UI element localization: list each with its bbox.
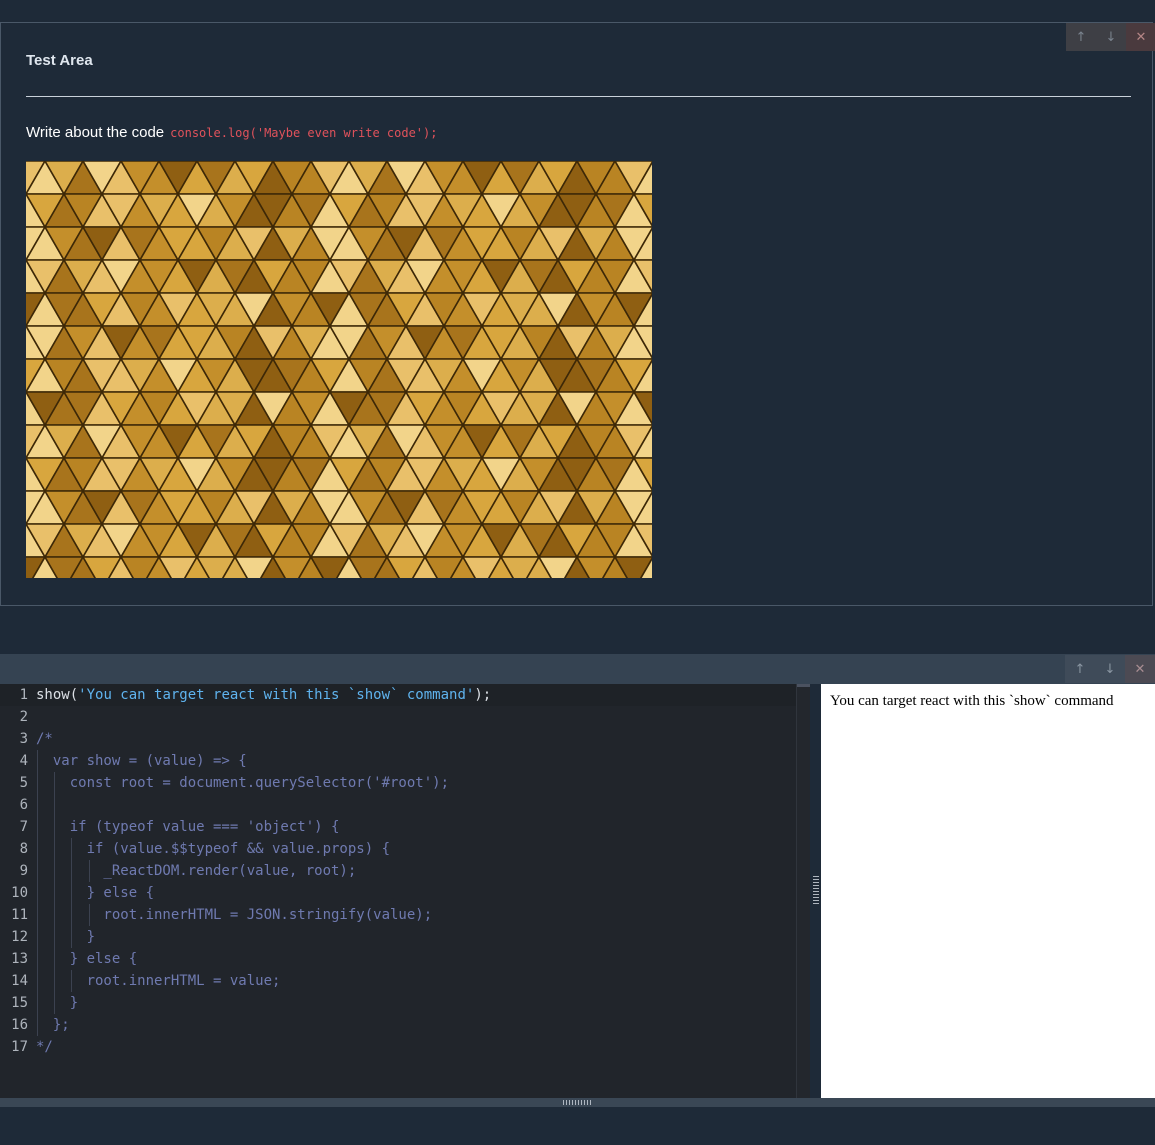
code-editor[interactable]: 1 show('You can target react with this `s… bbox=[0, 684, 810, 1098]
code-line[interactable]: 8 if (value.$$typeof && value.props) { bbox=[0, 838, 810, 860]
code-line[interactable]: 9 _ReactDOM.render(value, root); bbox=[0, 860, 810, 882]
code-line[interactable]: 13 } else { bbox=[0, 948, 810, 970]
line-number: 6 bbox=[19, 797, 28, 813]
test-area-card: Test Area ↑ ↓ ✕ Write about the code cons… bbox=[0, 22, 1155, 606]
line-number: 16 bbox=[11, 1017, 28, 1033]
code-line[interactable]: 10 } else { bbox=[0, 882, 810, 904]
code-text: root.innerHTML = value; bbox=[36, 973, 281, 989]
line-number: 9 bbox=[19, 863, 28, 879]
code-text: /* bbox=[36, 731, 53, 747]
move-up-button[interactable]: ↑ bbox=[1066, 23, 1096, 51]
code-text: }; bbox=[36, 1017, 70, 1033]
code-text: const root = document.querySelector('#ro… bbox=[36, 775, 450, 791]
card-controls: ↑ ↓ ✕ bbox=[1066, 23, 1155, 51]
grip-icon[interactable] bbox=[813, 876, 819, 906]
line-number: 1 bbox=[19, 687, 28, 703]
line-number: 7 bbox=[19, 819, 28, 835]
panel-controls: ↑ ↓ ✕ bbox=[1065, 655, 1155, 683]
card-text: Write about the code bbox=[26, 124, 165, 141]
code-text: if (value.$$typeof && value.props) { bbox=[36, 841, 391, 857]
arrow-up-icon: ↑ bbox=[1075, 29, 1087, 45]
arrow-down-icon: ↓ bbox=[1105, 29, 1117, 45]
line-number: 17 bbox=[11, 1039, 28, 1055]
code-line[interactable]: 7 if (typeof value === 'object') { bbox=[0, 816, 810, 838]
code-text: } bbox=[36, 929, 96, 945]
panel-move-down-button[interactable]: ↓ bbox=[1095, 655, 1125, 683]
code-text: } bbox=[36, 995, 79, 1011]
line-number: 8 bbox=[19, 841, 28, 857]
arrow-down-icon: ↓ bbox=[1104, 661, 1116, 677]
code-text: */ bbox=[36, 1039, 53, 1055]
preview-pane: You can target react with this `show` co… bbox=[821, 684, 1155, 1098]
editor-panel-header bbox=[0, 654, 1155, 684]
card-title: Test Area bbox=[26, 52, 93, 69]
code-line[interactable]: 2 bbox=[0, 706, 810, 728]
code-text: show('You can target react with this `sh… bbox=[36, 687, 492, 703]
editor-scrollbar[interactable] bbox=[796, 684, 811, 1098]
code-line[interactable]: 12 } bbox=[0, 926, 810, 948]
gold-triangle-image bbox=[26, 161, 652, 578]
code-line[interactable]: 15 } bbox=[0, 992, 810, 1014]
line-number: 14 bbox=[11, 973, 28, 989]
code-line[interactable]: 16 }; bbox=[0, 1014, 810, 1036]
line-number: 3 bbox=[19, 731, 28, 747]
code-text: if (typeof value === 'object') { bbox=[36, 819, 340, 835]
code-text: _ReactDOM.render(value, root); bbox=[36, 863, 357, 879]
code-line[interactable]: 6 bbox=[0, 794, 810, 816]
code-text: var show = (value) => { bbox=[36, 753, 247, 769]
line-number: 10 bbox=[11, 885, 28, 901]
arrow-up-icon: ↑ bbox=[1074, 661, 1086, 677]
line-number: 11 bbox=[11, 907, 28, 923]
line-number: 15 bbox=[11, 995, 28, 1011]
preview-output: You can target react with this `show` co… bbox=[830, 693, 1114, 709]
line-number: 2 bbox=[19, 709, 28, 725]
close-button[interactable]: ✕ bbox=[1126, 23, 1155, 51]
grip-icon[interactable] bbox=[563, 1100, 593, 1105]
panel-close-button[interactable]: ✕ bbox=[1125, 655, 1155, 683]
code-line[interactable]: 11 root.innerHTML = JSON.stringify(value… bbox=[0, 904, 810, 926]
panel-move-up-button[interactable]: ↑ bbox=[1065, 655, 1095, 683]
line-number: 13 bbox=[11, 951, 28, 967]
code-line[interactable]: 14 root.innerHTML = value; bbox=[0, 970, 810, 992]
editor-scroll-thumb[interactable] bbox=[797, 684, 810, 687]
code-line[interactable]: 1 show('You can target react with this `s… bbox=[0, 684, 810, 706]
line-number: 5 bbox=[19, 775, 28, 791]
code-text: } else { bbox=[36, 951, 138, 967]
line-number: 4 bbox=[19, 753, 28, 769]
close-icon: ✕ bbox=[1134, 661, 1146, 677]
card-paragraph: Write about the code console.log('Maybe e… bbox=[26, 124, 437, 141]
divider bbox=[26, 96, 1131, 97]
move-down-button[interactable]: ↓ bbox=[1096, 23, 1126, 51]
line-number: 12 bbox=[11, 929, 28, 945]
inline-code: console.log('Maybe even write code'); bbox=[170, 126, 438, 140]
code-line[interactable]: 5 const root = document.querySelector('#… bbox=[0, 772, 810, 794]
code-line[interactable]: 3 /* bbox=[0, 728, 810, 750]
code-line[interactable]: 4 var show = (value) => { bbox=[0, 750, 810, 772]
close-icon: ✕ bbox=[1135, 29, 1147, 45]
code-text: } else { bbox=[36, 885, 155, 901]
code-line[interactable]: 17 */ bbox=[0, 1036, 810, 1058]
code-text: root.innerHTML = JSON.stringify(value); bbox=[36, 907, 433, 923]
